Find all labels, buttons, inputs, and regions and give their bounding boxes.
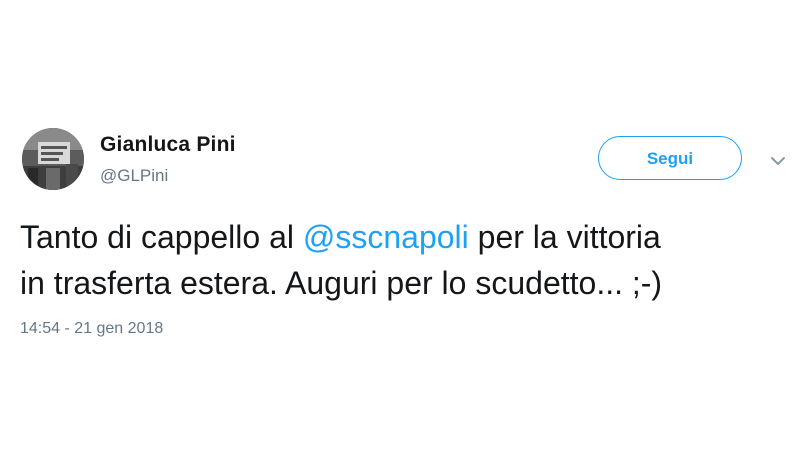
tweet-text: Tanto di cappello al @sscnapoli per la v… <box>20 214 800 306</box>
author-handle[interactable]: @GLPini <box>100 164 236 188</box>
tweet-text-start: Tanto di cappello al <box>20 219 303 255</box>
tweet-text-line2: in trasferta estera. Auguri per lo scude… <box>20 265 663 301</box>
tweet-card: Gianluca Pini @GLPini Segui Tanto di cap… <box>0 0 810 450</box>
chevron-down-icon[interactable] <box>770 154 786 166</box>
author-names: Gianluca Pini @GLPini <box>100 132 236 188</box>
tweet-text-line1-end: per la vittoria <box>468 219 661 255</box>
tweet-timestamp[interactable]: 14:54 - 21 gen 2018 <box>20 318 163 340</box>
mention-link[interactable]: @sscnapoli <box>303 219 469 255</box>
follow-button[interactable]: Segui <box>598 136 742 180</box>
avatar[interactable] <box>22 128 84 190</box>
avatar-image <box>22 128 84 190</box>
tweet-header: Gianluca Pini @GLPini Segui <box>22 128 790 192</box>
author-display-name[interactable]: Gianluca Pini <box>100 132 236 158</box>
